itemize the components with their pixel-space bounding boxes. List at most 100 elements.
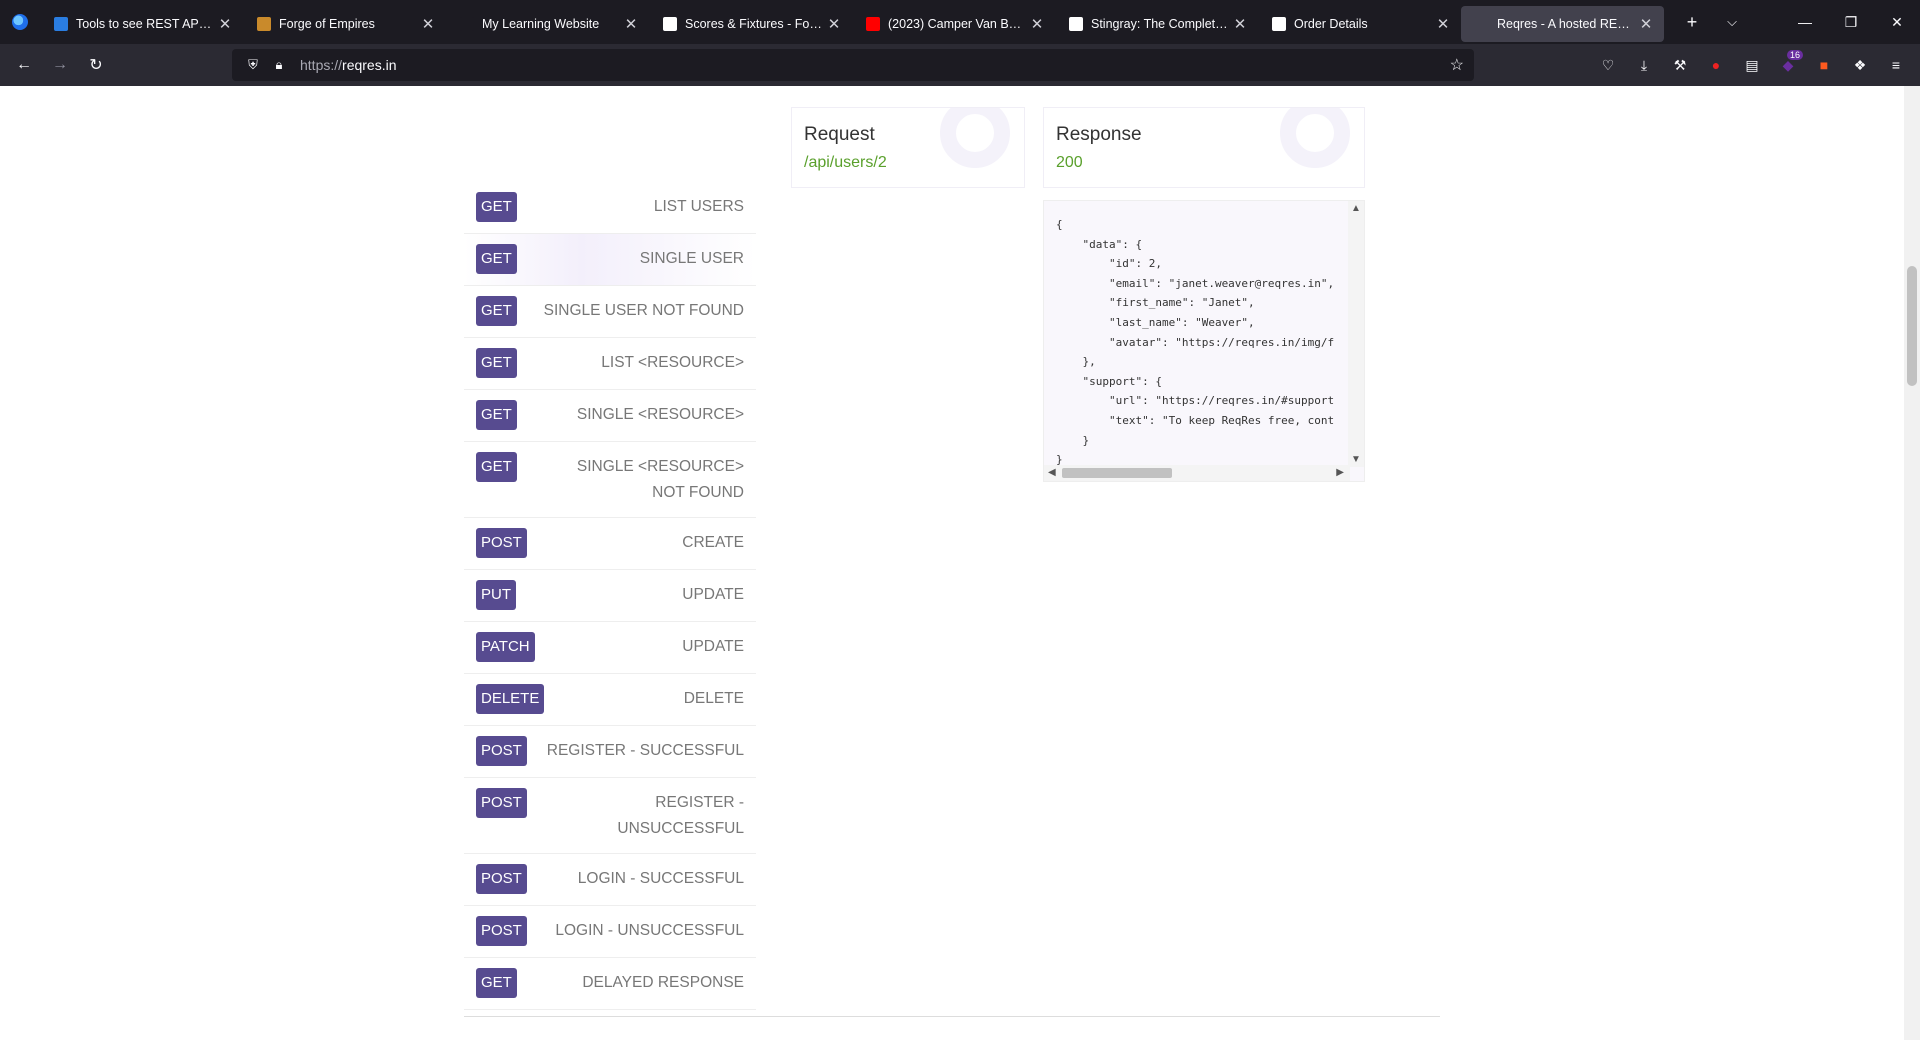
method-badge: POST bbox=[476, 528, 527, 558]
endpoint-item[interactable]: PUT UPDATE bbox=[464, 570, 756, 622]
restore-icon[interactable]: ❐ bbox=[1828, 0, 1874, 44]
tab-close-icon[interactable]: ✕ bbox=[217, 15, 233, 33]
tab-title: Forge of Empires bbox=[279, 17, 375, 31]
response-json[interactable]: { "data": { "id": 2, "email": "janet.wea… bbox=[1056, 215, 1334, 470]
endpoint-item[interactable]: DELETE DELETE bbox=[464, 674, 756, 726]
tab-actions: + ⌵ bbox=[1672, 4, 1752, 40]
method-badge: GET bbox=[476, 192, 517, 222]
request-heading: Request bbox=[804, 124, 875, 145]
tab-favicon-icon bbox=[54, 17, 68, 31]
endpoint-item[interactable]: GET SINGLE USER NOT FOUND bbox=[464, 286, 756, 338]
endpoint-item[interactable]: PATCH UPDATE bbox=[464, 622, 756, 674]
tab-close-icon[interactable]: ✕ bbox=[420, 15, 436, 33]
scroll-right-icon[interactable]: ▶ bbox=[1336, 465, 1344, 481]
endpoint-label: LOGIN - SUCCESSFUL bbox=[577, 870, 744, 887]
tab-favicon-icon bbox=[1475, 17, 1489, 31]
reload-icon[interactable]: ↻ bbox=[78, 49, 114, 81]
address-bar[interactable]: ⛨ 🔒︎ https://reqres.in ☆ bbox=[232, 49, 1474, 81]
endpoint-item[interactable]: GET LIST <RESOURCE> bbox=[464, 338, 756, 390]
endpoint-item[interactable]: GET SINGLE <RESOURCE> bbox=[464, 390, 756, 442]
shield-icon[interactable]: ⛨ bbox=[242, 57, 264, 73]
tab-favicon-icon bbox=[866, 17, 880, 31]
browser-tab[interactable]: (2023) Camper Van Beethov ✕ bbox=[852, 6, 1055, 42]
endpoint-item[interactable]: POST REGISTER - UNSUCCESSFUL bbox=[464, 778, 756, 854]
tab-close-icon[interactable]: ✕ bbox=[623, 15, 639, 33]
scroll-down-icon[interactable]: ▼ bbox=[1348, 454, 1364, 465]
tab-title: (2023) Camper Van Beethov bbox=[888, 17, 1025, 31]
endpoint-label: SINGLE <RESOURCE> NOT FOUND bbox=[576, 458, 744, 501]
downloads-icon[interactable]: ⤓ bbox=[1626, 49, 1662, 81]
tab-close-icon[interactable]: ✕ bbox=[1435, 15, 1451, 33]
endpoint-label: SINGLE <RESOURCE> bbox=[576, 406, 744, 423]
endpoint-label: SINGLE USER bbox=[639, 250, 744, 267]
endpoint-label: REGISTER - SUCCESSFUL bbox=[546, 742, 744, 759]
tab-close-icon[interactable]: ✕ bbox=[826, 15, 842, 33]
method-badge: GET bbox=[476, 244, 517, 274]
tab-title: Order Details bbox=[1294, 17, 1368, 31]
bookmark-star-icon[interactable]: ☆ bbox=[1450, 55, 1464, 75]
request-path[interactable]: /api/users/2 bbox=[804, 154, 887, 172]
endpoint-label: CREATE bbox=[682, 534, 744, 551]
back-arrow-icon[interactable]: ← bbox=[6, 49, 42, 81]
firefox-menu-icon[interactable] bbox=[0, 0, 40, 44]
extensions-toolbar: ♡ ⤓ ⚒ ● ▤ ◆ 16 ■ ❖ ≡ bbox=[1590, 49, 1914, 81]
tab-title: Scores & Fixtures - Football bbox=[685, 17, 822, 31]
endpoint-item[interactable]: POST CREATE bbox=[464, 518, 756, 570]
extension-orange-icon[interactable]: ■ bbox=[1806, 49, 1842, 81]
browser-tab[interactable]: Tools to see REST API in acti ✕ bbox=[40, 6, 243, 42]
browser-tab-strip: Tools to see REST API in acti✕Forge of E… bbox=[0, 0, 1920, 44]
endpoint-item[interactable]: POST LOGIN - UNSUCCESSFUL bbox=[464, 906, 756, 958]
endpoint-item[interactable]: GET DELAYED RESPONSE bbox=[464, 958, 756, 1010]
hamburger-menu-icon[interactable]: ≡ bbox=[1878, 49, 1914, 81]
page-scrollbar[interactable] bbox=[1904, 86, 1920, 1040]
response-vertical-scrollbar[interactable]: ▲ ▼ bbox=[1348, 201, 1364, 467]
page-scroll-thumb[interactable] bbox=[1907, 266, 1917, 386]
endpoint-label: DELETE bbox=[683, 690, 744, 707]
pocket-icon[interactable]: ♡ bbox=[1590, 49, 1626, 81]
extension-card-icon[interactable]: ▤ bbox=[1734, 49, 1770, 81]
extension-badge-icon[interactable]: ◆ 16 bbox=[1770, 49, 1806, 81]
scroll-left-icon[interactable]: ◀ bbox=[1048, 465, 1056, 481]
endpoint-item[interactable]: POST REGISTER - SUCCESSFUL bbox=[464, 726, 756, 778]
method-badge: GET bbox=[476, 348, 517, 378]
endpoint-label: LOGIN - UNSUCCESSFUL bbox=[555, 922, 744, 939]
wrench-icon[interactable]: ⚒ bbox=[1662, 49, 1698, 81]
endpoint-item[interactable]: GET SINGLE <RESOURCE> NOT FOUND bbox=[464, 442, 756, 518]
close-window-icon[interactable]: ✕ bbox=[1874, 0, 1920, 44]
endpoint-item[interactable]: GET SINGLE USER bbox=[464, 234, 756, 286]
new-tab-plus-icon[interactable]: + bbox=[1672, 4, 1712, 40]
minimize-icon[interactable]: — bbox=[1782, 0, 1828, 44]
page-viewport: GET LIST USERS GET SINGLE USER GET SINGLE USE… bbox=[0, 86, 1920, 1040]
horizontal-scroll-thumb[interactable] bbox=[1062, 468, 1172, 478]
method-badge: POST bbox=[476, 864, 527, 894]
response-card: Response 200 bbox=[1043, 107, 1365, 188]
response-body[interactable]: { "data": { "id": 2, "email": "janet.wea… bbox=[1043, 200, 1365, 482]
endpoint-item[interactable]: POST LOGIN - SUCCESSFUL bbox=[464, 854, 756, 906]
tab-close-icon[interactable]: ✕ bbox=[1638, 15, 1654, 33]
endpoint-item[interactable]: GET LIST USERS bbox=[464, 182, 756, 234]
request-card: Request /api/users/2 bbox=[791, 107, 1025, 188]
lock-icon[interactable]: 🔒︎ bbox=[268, 57, 290, 73]
browser-tab[interactable]: Reqres - A hosted REST-API rea ✕ bbox=[1461, 6, 1664, 42]
list-all-tabs-chevron-icon[interactable]: ⌵ bbox=[1712, 4, 1752, 40]
browser-tab[interactable]: My Learning Website ✕ bbox=[446, 6, 649, 42]
browser-tab[interactable]: Order Details ✕ bbox=[1258, 6, 1461, 42]
browser-tab[interactable]: Forge of Empires ✕ bbox=[243, 6, 446, 42]
extension-red-hand-icon[interactable]: ● bbox=[1698, 49, 1734, 81]
endpoint-label: LIST USERS bbox=[653, 198, 744, 215]
tab-favicon-icon bbox=[1272, 17, 1286, 31]
tab-favicon-icon bbox=[460, 17, 474, 31]
url-text[interactable]: https://reqres.in bbox=[300, 57, 397, 73]
extensions-puzzle-icon[interactable]: ❖ bbox=[1842, 49, 1878, 81]
browser-tab[interactable]: Stingray: The Complete Seri ✕ bbox=[1055, 6, 1258, 42]
method-badge: GET bbox=[476, 296, 517, 326]
endpoint-label: SINGLE USER NOT FOUND bbox=[543, 302, 744, 319]
endpoint-label: UPDATE bbox=[682, 586, 744, 603]
tab-close-icon[interactable]: ✕ bbox=[1232, 15, 1248, 33]
browser-tab[interactable]: Scores & Fixtures - Football ✕ bbox=[649, 6, 852, 42]
forward-arrow-icon[interactable]: → bbox=[42, 49, 78, 81]
scroll-up-icon[interactable]: ▲ bbox=[1348, 203, 1364, 214]
method-badge: PUT bbox=[476, 580, 516, 610]
response-horizontal-scrollbar[interactable]: ◀ ▶ bbox=[1044, 465, 1350, 481]
tab-close-icon[interactable]: ✕ bbox=[1029, 15, 1045, 33]
